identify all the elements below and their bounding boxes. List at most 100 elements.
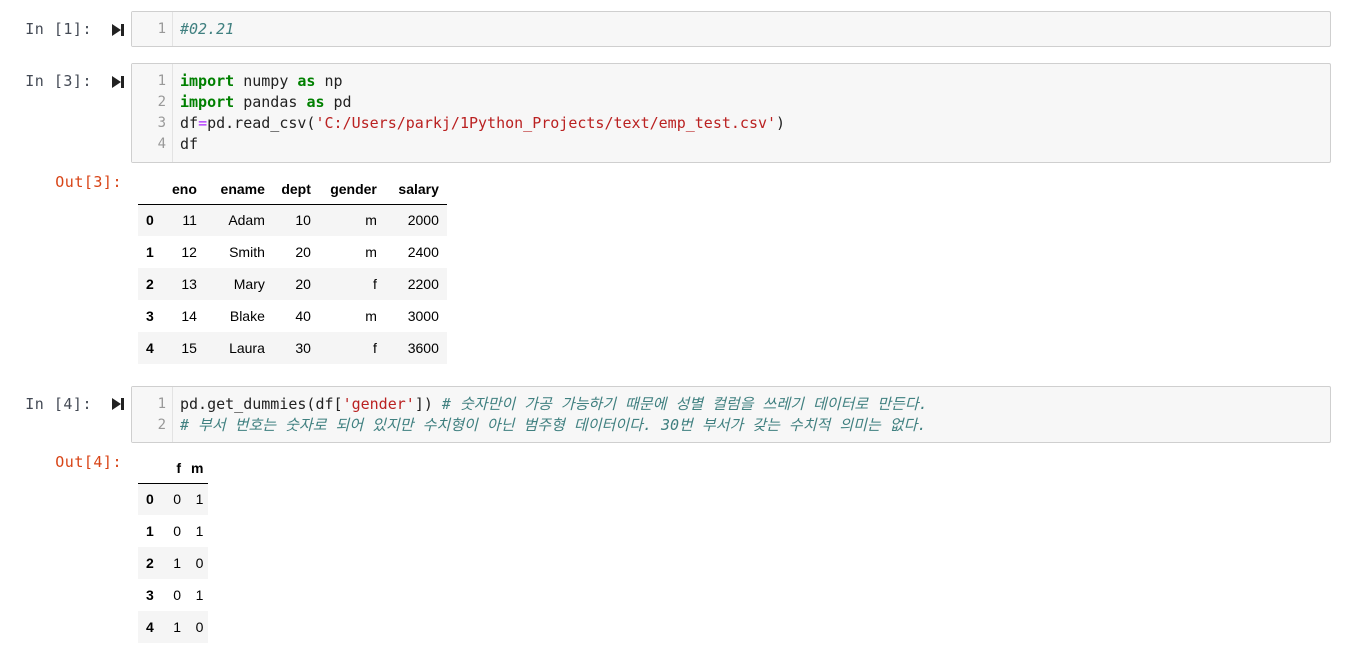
run-cell-button[interactable]: [110, 22, 126, 38]
column-header: salary: [384, 174, 447, 205]
run-icon: [112, 398, 124, 410]
input-prompt: In [1]:: [25, 20, 92, 38]
code-token: 'gender': [342, 395, 415, 413]
row-index: 0: [146, 212, 154, 229]
line-number: 1: [157, 396, 166, 412]
table-cell: 1: [173, 555, 181, 571]
code-token: # 부서 번호는 숫자로 되어 있지만 수치형이 아닌 범주형 데이터이다. 3…: [180, 416, 927, 434]
table-cell: 1: [173, 619, 181, 635]
row-index: 1: [146, 244, 154, 260]
table-cell: 30: [295, 340, 311, 356]
run-icon: [112, 24, 124, 36]
table-cell: 0: [173, 587, 181, 603]
code-editor[interactable]: 1 pd.get_dummies(df['gender']) # 숫자만이 가공 …: [131, 386, 1331, 443]
code-line: pd.get_dummies(df['gender']) # 숫자만이 가공 가…: [180, 394, 928, 415]
row-index: 3: [146, 308, 154, 324]
code-token: =: [198, 114, 208, 132]
table-cell: 1: [195, 491, 204, 508]
run-cell-button[interactable]: [110, 74, 126, 90]
table-cell: 2200: [407, 276, 439, 292]
table-row: 2 13 Mary 20 f 2200: [138, 268, 447, 300]
table-cell: 40: [295, 308, 311, 324]
table-row: 4 15 Laura 30 f 3600: [138, 332, 447, 364]
row-index: 2: [146, 276, 154, 292]
input-prompt: In [3]:: [25, 72, 92, 90]
code-token: #02.21: [180, 20, 235, 38]
table-cell: 3600: [407, 340, 439, 356]
column-header: ename: [204, 174, 273, 205]
code-token: df: [180, 135, 199, 153]
code-line: df: [180, 134, 198, 155]
row-index: 2: [146, 555, 154, 571]
code-token: np: [315, 72, 343, 90]
table-row: 3 01: [138, 579, 208, 611]
code-token: as: [306, 93, 325, 111]
code-token: ): [776, 114, 786, 132]
row-index: 4: [146, 340, 154, 356]
column-header: f: [164, 453, 186, 484]
output-prompt: Out[4]:: [55, 453, 122, 471]
table-cell: 20: [295, 244, 311, 260]
code-token: pandas: [234, 93, 307, 111]
line-number: 2: [157, 94, 166, 110]
code-line: df=pd.read_csv('C:/Users/parkj/1Python_P…: [180, 113, 785, 134]
table-cell: Blake: [229, 308, 265, 324]
table-cell: m: [365, 244, 377, 260]
dataframe-output: eno ename dept gender salary 0 11 Adam 10 m 2000 1 1…: [138, 174, 447, 364]
row-index: 3: [146, 587, 154, 603]
code-editor[interactable]: 1 import numpy as np 2 import pandas as pd 3…: [131, 63, 1331, 163]
line-number: 3: [157, 115, 166, 131]
table-cell: 1: [195, 523, 204, 539]
table-cell: 15: [181, 340, 197, 356]
code-line: import pandas as pd: [180, 92, 352, 113]
table-cell: 0: [173, 523, 181, 539]
dataframe-output: fm001101210301410: [138, 453, 209, 643]
input-prompt: In [4]:: [25, 395, 92, 413]
code-token: import: [180, 72, 235, 90]
table-cell: 11: [182, 212, 197, 229]
table-row: 001: [138, 483, 209, 515]
index-header: [138, 174, 164, 205]
code-token: ]): [414, 395, 442, 413]
index-header: [138, 453, 164, 484]
table-row: 4 10: [138, 611, 209, 643]
code-token: pd: [324, 93, 352, 111]
table-cell: m: [365, 308, 377, 324]
code-line: #02.21: [180, 19, 234, 40]
code-token: df: [180, 114, 199, 132]
table-cell: 1: [195, 587, 204, 603]
table-row: 3 14 Blake 40 m 3000: [138, 300, 447, 332]
table-row: 1 12 Smith 20 m 2400: [138, 236, 447, 268]
table-row: 101: [138, 515, 208, 547]
table-row: 2 10: [138, 547, 209, 579]
line-number: 1: [157, 21, 166, 37]
table-cell: 0: [195, 555, 204, 571]
code-token: pd.get_dummies(df[: [180, 395, 343, 413]
table-cell: 2400: [407, 244, 439, 260]
table-cell: f: [373, 276, 377, 292]
table-cell: Laura: [229, 340, 265, 356]
code-line: import numpy as np: [180, 71, 343, 92]
code-token: as: [297, 72, 316, 90]
table-row: 0 11 Adam 10 m 2000: [138, 204, 447, 236]
run-icon: [112, 76, 124, 88]
table-cell: 0: [173, 491, 181, 508]
table-cell: 3000: [407, 308, 439, 324]
table-cell: Adam: [228, 212, 265, 229]
line-number: 4: [157, 136, 166, 152]
run-cell-button[interactable]: [110, 396, 126, 412]
table-cell: 0: [195, 619, 204, 635]
code-token: import: [180, 93, 235, 111]
column-header: m: [186, 453, 209, 484]
code-editor[interactable]: 1 #02.21: [131, 11, 1331, 47]
table-cell: 10: [295, 212, 311, 229]
table-cell: Smith: [229, 244, 265, 260]
row-index: 0: [146, 491, 154, 508]
table-cell: Mary: [233, 276, 265, 292]
code-token: 'C:/Users/parkj/1Python_Projects/text/em…: [315, 114, 777, 132]
column-header: dept: [272, 174, 319, 205]
table-cell: 12: [181, 244, 197, 260]
column-header: eno: [164, 174, 205, 205]
table-cell: m: [365, 212, 377, 229]
table-cell: 2000: [407, 212, 439, 229]
